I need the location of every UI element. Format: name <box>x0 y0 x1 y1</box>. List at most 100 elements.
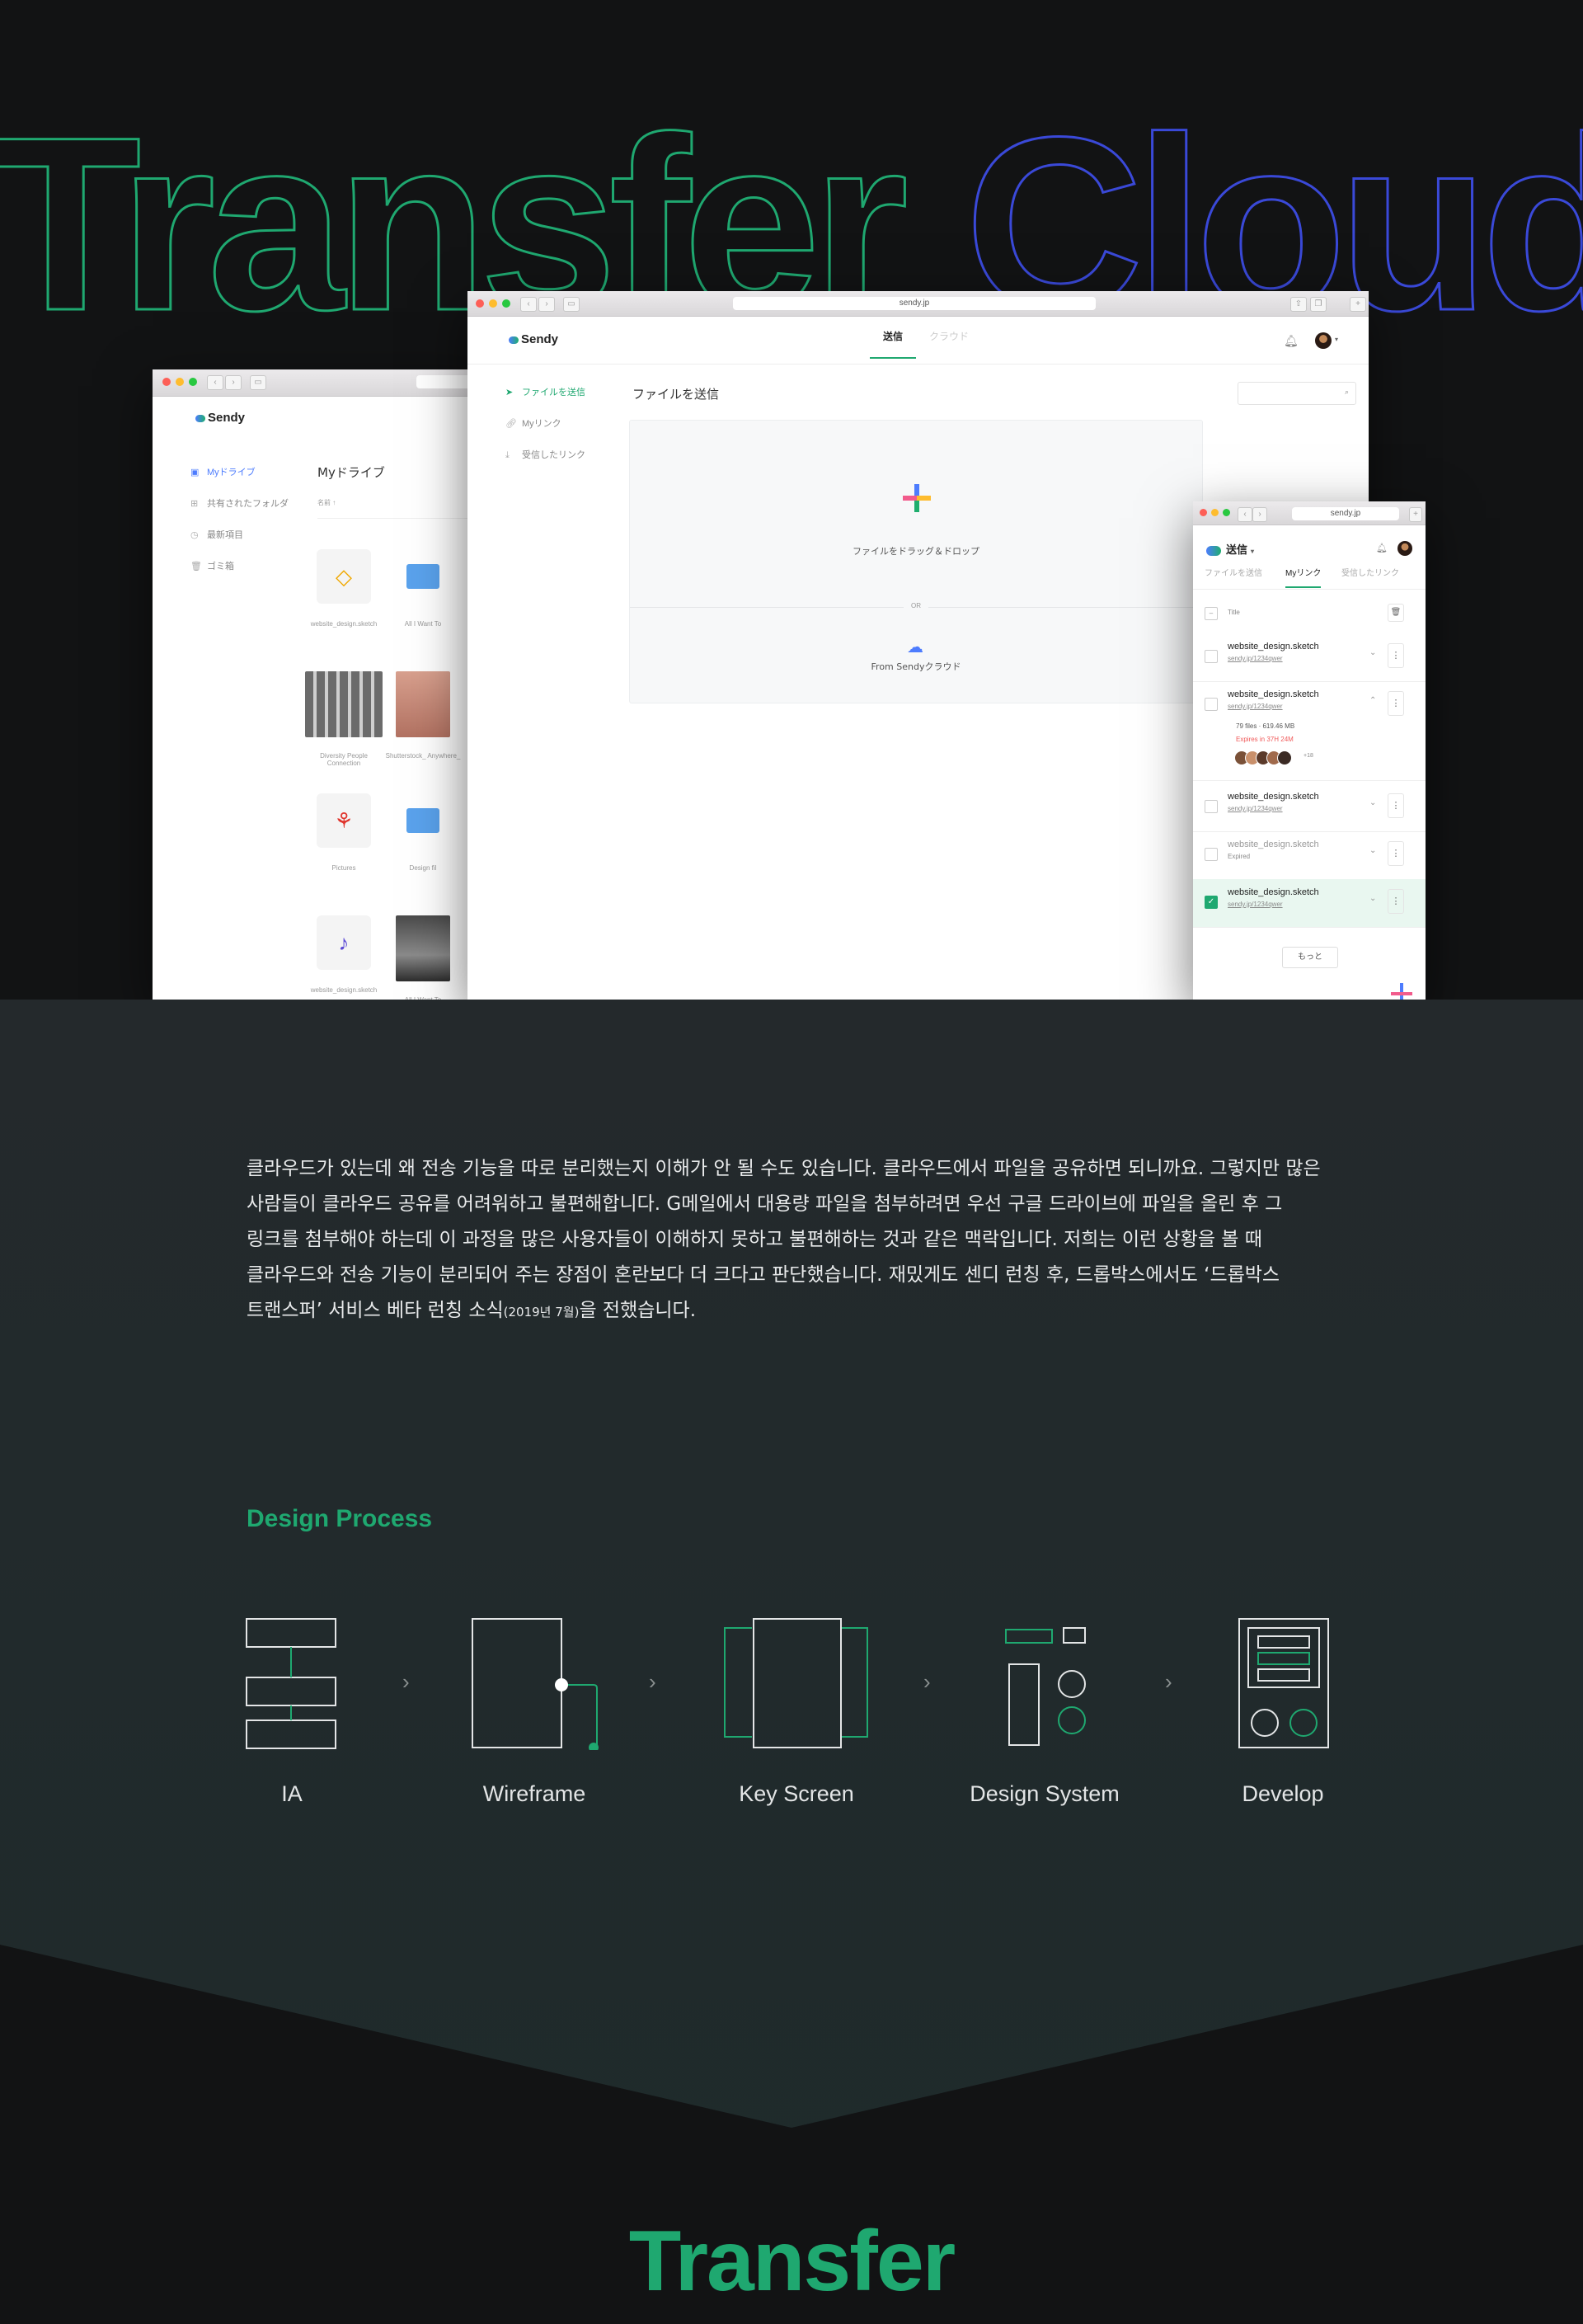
share-icon[interactable]: ⇧ <box>1290 297 1307 312</box>
bell-icon[interactable]: 🔔︎ <box>1376 543 1388 553</box>
sidebar-item[interactable]: ▣ Myドライブ <box>190 465 256 478</box>
sidebar-toggle-icon[interactable]: ▭ <box>250 375 266 390</box>
link-row[interactable]: ✓ website_design.sketch sendy.jp/1234qwer ⌄… <box>1193 879 1426 928</box>
row-file-name: website_design.sketch <box>1228 792 1319 802</box>
forward-icon[interactable]: › <box>538 297 555 312</box>
plus-add-icon[interactable] <box>1389 981 1414 1000</box>
chevron-down-icon[interactable]: ⌄ <box>1369 648 1376 657</box>
search-icon: ⌕ <box>1344 388 1349 396</box>
minimize-dot[interactable] <box>1211 509 1219 516</box>
links-tab-received[interactable]: 受信したリンク <box>1341 566 1399 578</box>
delete-icon[interactable]: 🗑︎ <box>1388 604 1404 622</box>
cloud-icon[interactable]: ☁︎ <box>905 637 925 657</box>
image-thumbnail[interactable] <box>396 915 450 981</box>
more-options-icon[interactable]: ⋮ <box>1388 691 1404 716</box>
plus-add-icon[interactable] <box>900 482 933 515</box>
description-line: 클라우드와 전송 기능이 분리되어 주는 장점이 혼란보다 더 크다고 판단했습… <box>247 1264 1280 1286</box>
dropzone-label: ファイルをドラッグ＆ドロップ <box>853 546 979 557</box>
chevron-down-icon[interactable]: ⌄ <box>1369 894 1376 903</box>
tab-cloud[interactable]: クラウド <box>926 324 972 357</box>
minimize-dot[interactable] <box>489 299 497 308</box>
sidebar-toggle-icon[interactable]: ▭ <box>563 297 580 312</box>
back-icon[interactable]: ‹ <box>520 297 537 312</box>
address-bar[interactable]: sendy.jp <box>733 297 1096 310</box>
sidebar-item[interactable]: ⤓ 受信したリンク <box>505 448 585 461</box>
row-checkbox[interactable] <box>1205 698 1218 711</box>
link-row[interactable]: website_design.sketch sendy.jp/1234qwer ⌄ ⋮ <box>1193 633 1426 682</box>
chevron-down-icon[interactable]: ⌄ <box>1369 846 1376 855</box>
send-search-input[interactable]: ⌕ <box>1238 382 1356 405</box>
description-date-note: (2019년 7월) <box>503 1305 580 1320</box>
address-bar[interactable]: sendy.jp <box>1292 507 1399 520</box>
link-row[interactable]: website_design.sketch sendy.jp/1234qwer ⌃ ⋮… <box>1193 681 1426 781</box>
file-caption: Design fil <box>409 864 437 872</box>
row-link[interactable]: sendy.jp/1234qwer <box>1228 901 1283 908</box>
sidebar-item[interactable]: ◷ 最新項目 <box>190 528 243 541</box>
bell-icon[interactable]: 🔔︎ <box>1284 334 1299 348</box>
row-link[interactable]: sendy.jp/1234qwer <box>1228 805 1283 812</box>
more-options-icon[interactable]: ⋮ <box>1388 793 1404 818</box>
new-tab-icon[interactable]: + <box>1409 507 1422 522</box>
drive-divider <box>317 518 482 519</box>
forward-icon[interactable]: › <box>225 375 242 390</box>
drive-logo[interactable]: Sendy <box>195 411 245 425</box>
description-line: 사람들이 클라우드 공유를 어려워하고 불편해합니다. G메일에서 대용량 파일… <box>247 1193 1283 1215</box>
links-header[interactable]: 送信 ▾ <box>1206 541 1254 557</box>
forward-icon[interactable]: › <box>1252 507 1267 522</box>
zoom-dot[interactable] <box>502 299 510 308</box>
row-link[interactable]: sendy.jp/1234qwer <box>1228 655 1283 662</box>
tabs-icon[interactable]: ❐ <box>1310 297 1327 312</box>
back-icon[interactable]: ‹ <box>1238 507 1252 522</box>
row-checkbox[interactable]: ✓ <box>1205 896 1218 909</box>
sidebar-item[interactable]: ⊞ 共有されたフォルダ <box>190 496 289 510</box>
link-row[interactable]: website_design.sketch Expired ⌄ ⋮ <box>1193 831 1426 880</box>
more-options-icon[interactable]: ⋮ <box>1388 643 1404 668</box>
folder-icon[interactable] <box>406 808 439 833</box>
more-button[interactable]: もっと <box>1282 947 1338 968</box>
avatar-caret-icon[interactable]: ▾ <box>1335 336 1338 343</box>
sidebar-item[interactable]: 🔗︎ Myリンク <box>505 416 561 430</box>
process-step-develop: Develop <box>1242 1781 1324 1806</box>
image-thumbnail[interactable] <box>305 671 383 737</box>
zoom-dot[interactable] <box>189 378 197 386</box>
sidebar-item[interactable]: 🗑︎ ゴミ箱 <box>190 559 234 572</box>
links-tab-send[interactable]: ファイルを送信 <box>1205 566 1262 578</box>
row-checkbox[interactable] <box>1205 848 1218 861</box>
close-dot[interactable] <box>476 299 484 308</box>
more-options-icon[interactable]: ⋮ <box>1388 889 1404 914</box>
tab-send-label: 送信 <box>882 331 903 342</box>
new-tab-icon[interactable]: + <box>1350 297 1366 312</box>
image-thumbnail[interactable] <box>396 671 450 737</box>
zoom-dot[interactable] <box>1223 509 1230 516</box>
send-logo[interactable]: Sendy <box>509 332 558 346</box>
chevron-down-icon[interactable]: ⌄ <box>1369 798 1376 807</box>
avatar[interactable] <box>1315 332 1332 349</box>
sort-selector[interactable]: 名前 ↑ <box>317 498 336 507</box>
row-checkbox[interactable] <box>1205 650 1218 663</box>
links-tab-mylinks[interactable]: Myリンク <box>1285 566 1322 588</box>
link-row[interactable]: website_design.sketch sendy.jp/1234qwer ⌄ ⋮ <box>1193 783 1426 832</box>
sendy-logo-icon <box>1206 545 1221 556</box>
minimize-dot[interactable] <box>176 378 184 386</box>
sidebar-item[interactable]: ➤ ファイルを送信 <box>505 385 585 398</box>
sketch-icon[interactable]: ◇ <box>317 549 371 604</box>
pdf-icon[interactable]: ⚘ <box>317 793 371 848</box>
row-link[interactable]: sendy.jp/1234qwer <box>1228 703 1283 710</box>
description-paragraph: 클라우드가 있는데 왜 전송 기능을 따로 분리했는지 이해가 안 될 수도 있… <box>247 1151 1343 1330</box>
description-text: 을 전했습니다. <box>579 1300 697 1321</box>
avatar[interactable] <box>1397 541 1412 556</box>
select-all-checkbox[interactable]: – <box>1205 607 1218 620</box>
close-dot[interactable] <box>1200 509 1207 516</box>
more-options-icon[interactable]: ⋮ <box>1388 841 1404 866</box>
back-icon[interactable]: ‹ <box>207 375 223 390</box>
music-icon[interactable]: ♪ <box>317 915 371 970</box>
row-checkbox[interactable] <box>1205 800 1218 813</box>
download-icon: ⤓ <box>505 450 510 460</box>
cloud-source-label[interactable]: From Sendyクラウド <box>630 660 1202 673</box>
close-dot[interactable] <box>162 378 171 386</box>
dropzone[interactable]: ファイルをドラッグ＆ドロップ OR ☁︎ From Sendyクラウド <box>629 420 1203 703</box>
drive-icon: ▣ <box>190 468 200 478</box>
folder-icon[interactable] <box>406 564 439 589</box>
tab-send[interactable]: 送信 <box>870 324 916 359</box>
chevron-up-icon[interactable]: ⌃ <box>1369 696 1376 705</box>
